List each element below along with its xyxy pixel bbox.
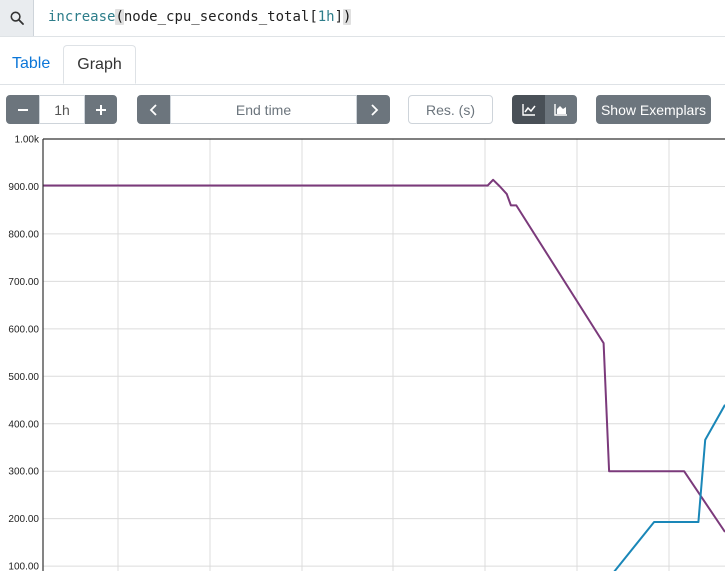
tab-bar: Table Graph [0, 36, 725, 85]
y-tick-label: 300.00 [8, 467, 39, 478]
y-tick-label: 900.00 [8, 182, 39, 193]
y-tick-label: 400.00 [8, 419, 39, 430]
y-tick-label: 800.00 [8, 229, 39, 240]
unstacked-chart-button[interactable] [512, 95, 545, 124]
y-tick-label: 100.00 [8, 562, 39, 571]
expression-open-paren: ( [115, 9, 124, 25]
expression-close-paren: ) [343, 9, 352, 25]
decrease-range-button[interactable] [6, 95, 39, 124]
expression-function: increase [48, 9, 116, 25]
series-line-1 [43, 178, 725, 533]
expression-input[interactable]: increase(node_cpu_seconds_total[1h]) [48, 9, 352, 25]
y-tick-label: 700.00 [8, 277, 39, 288]
y-tick-label: 200.00 [8, 514, 39, 525]
y-tick-label: 600.00 [8, 324, 39, 335]
chevron-right-icon [370, 103, 378, 116]
line-chart-icon [521, 104, 536, 116]
increase-range-button[interactable] [85, 95, 117, 124]
expression-bar: increase(node_cpu_seconds_total[1h]) [0, 0, 725, 37]
y-tick-label: 500.00 [8, 372, 39, 383]
search-button[interactable] [0, 0, 34, 36]
minus-icon [17, 108, 28, 111]
expression-close-bracket: ] [334, 9, 344, 25]
graph-chart: 100.00 200.00 300.00 400.00 500.00 600.00 700.… [8, 135, 725, 571]
expression-metric: node_cpu_seconds_total [123, 9, 310, 25]
y-tick-label: 1.00k [15, 135, 40, 146]
resolution-input[interactable]: Res. (s) [408, 95, 493, 124]
expression-open-bracket: [ [309, 9, 318, 25]
tab-graph[interactable]: Graph [63, 45, 136, 84]
chart-grid [43, 138, 725, 571]
next-time-button[interactable] [357, 95, 390, 124]
stacked-chart-button[interactable] [545, 95, 577, 124]
y-axis-ticks: 100.00 200.00 300.00 400.00 500.00 600.00 700.… [8, 135, 40, 571]
expression-range: 1h [317, 9, 335, 25]
series-line-2 [613, 404, 725, 571]
show-exemplars-button[interactable]: Show Exemplars [596, 95, 711, 124]
tab-table[interactable]: Table [0, 45, 62, 84]
end-time-input[interactable]: End time [170, 95, 357, 124]
search-icon [9, 11, 24, 25]
stacked-area-chart-icon [554, 104, 567, 116]
range-input[interactable]: 1h [39, 95, 85, 124]
plus-icon [96, 104, 106, 115]
chart-series [43, 178, 725, 571]
chevron-left-icon [149, 103, 157, 116]
previous-time-button[interactable] [137, 95, 170, 124]
